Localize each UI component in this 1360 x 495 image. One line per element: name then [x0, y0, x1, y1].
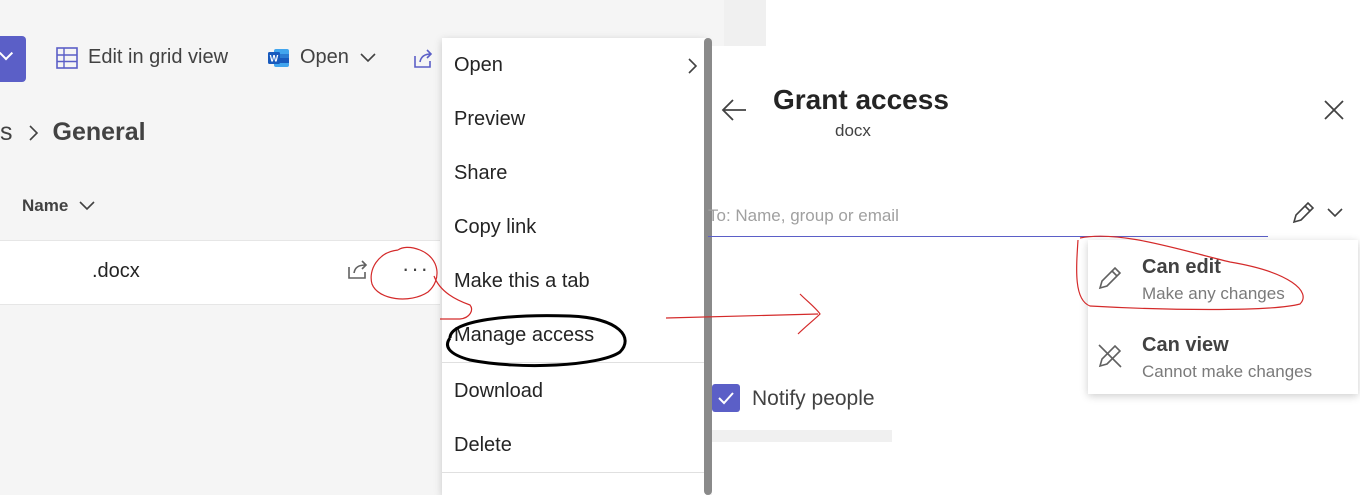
new-button[interactable]: [0, 36, 26, 82]
can-edit-option[interactable]: Can edit: [1142, 256, 1221, 279]
context-menu: Open Preview Share Copy link Make this a…: [442, 38, 706, 495]
grant-access-subtitle: docx: [835, 121, 871, 140]
word-icon: W: [268, 48, 289, 67]
breadcrumb-prev[interactable]: s: [0, 118, 13, 147]
notify-label[interactable]: Notify people: [752, 387, 875, 411]
can-edit-description: Make any changes: [1142, 284, 1285, 303]
row-share-icon[interactable]: [346, 258, 370, 285]
share-icon[interactable]: [412, 48, 434, 75]
notify-checkbox[interactable]: [712, 384, 740, 412]
no-edit-icon: [1096, 342, 1124, 375]
open-button[interactable]: W Open: [268, 46, 377, 69]
menu-item-copy-link[interactable]: Copy link: [454, 216, 536, 239]
menu-item-manage-access[interactable]: Manage access: [454, 324, 594, 347]
menu-item-open[interactable]: Open: [454, 54, 698, 77]
pencil-icon: [1096, 264, 1124, 297]
chevron-down-icon: [360, 52, 376, 62]
file-name[interactable]: .docx: [92, 260, 140, 283]
menu-item-download[interactable]: Download: [454, 380, 543, 403]
recipient-input[interactable]: [708, 196, 1268, 237]
chevron-down-icon: [79, 201, 95, 211]
menu-item-delete[interactable]: Delete: [454, 434, 512, 457]
menu-item-make-tab[interactable]: Make this a tab: [454, 270, 590, 293]
open-label: Open: [300, 46, 349, 68]
permission-dropdown[interactable]: [1290, 200, 1344, 226]
chevron-right-icon: [28, 124, 38, 141]
grid-icon: [56, 46, 78, 69]
scrollbar[interactable]: [704, 38, 712, 495]
name-column-label: Name: [22, 196, 69, 215]
edit-grid-view-label: Edit in grid view: [88, 46, 229, 68]
name-column-header[interactable]: Name: [22, 196, 96, 216]
back-arrow-icon[interactable]: [720, 96, 748, 129]
grant-access-title: Grant access: [773, 84, 949, 115]
table-row[interactable]: [0, 240, 440, 305]
menu-item-preview[interactable]: Preview: [454, 108, 525, 131]
menu-item-label: Open: [454, 54, 503, 76]
breadcrumb-current: General: [52, 118, 146, 146]
checkmark-icon: [718, 392, 734, 405]
menu-item-share[interactable]: Share: [454, 162, 507, 185]
can-view-option[interactable]: Can view: [1142, 334, 1229, 357]
chevron-down-icon: [0, 46, 14, 61]
close-icon[interactable]: [1322, 98, 1346, 127]
can-view-description: Cannot make changes: [1142, 362, 1313, 381]
chevron-right-icon: [688, 58, 698, 74]
more-options-icon[interactable]: ···: [402, 256, 430, 282]
pencil-icon: [1292, 201, 1315, 224]
menu-divider: [442, 362, 706, 363]
menu-divider: [442, 472, 706, 473]
edit-grid-view-button[interactable]: Edit in grid view: [56, 46, 228, 69]
panel-footer-strip: [712, 430, 892, 442]
svg-text:W: W: [270, 53, 279, 63]
breadcrumb: s General: [0, 118, 146, 147]
chevron-down-icon: [1327, 208, 1343, 218]
